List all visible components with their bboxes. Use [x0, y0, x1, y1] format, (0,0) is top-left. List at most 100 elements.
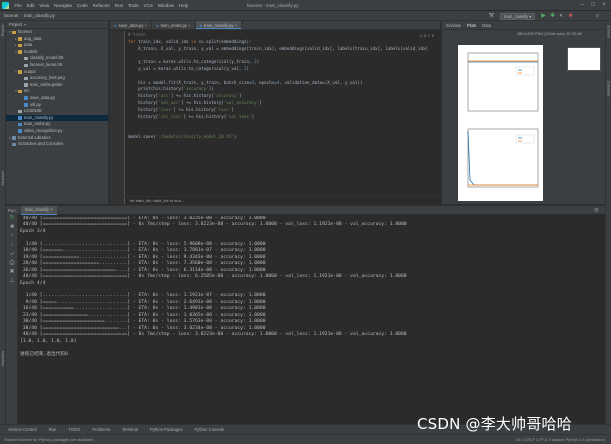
tree-item[interactable]: ▾ facenet — [6, 29, 108, 36]
code-line: ​ — [128, 120, 436, 127]
project-panel: Project ▾ ▾ facenet ▸ aug_data ▸ data ▾ models cl… — [6, 21, 109, 204]
file-icon — [24, 83, 28, 87]
tool-window-problems[interactable]: Problems — [92, 427, 110, 432]
sciview-tab-data[interactable]: Data — [482, 23, 491, 28]
tree-item[interactable]: video_recognition.py — [6, 128, 108, 135]
tree-item-label: External Libraries — [18, 134, 51, 140]
menu-item-help[interactable]: Help — [176, 3, 190, 8]
plot-image[interactable] — [458, 45, 543, 201]
maximize-icon[interactable]: □ — [589, 2, 597, 9]
breadcrumb-project[interactable]: facenet — [4, 13, 18, 18]
rerun-icon[interactable]: ↻ — [6, 214, 18, 223]
tree-item[interactable]: accuracy_loss.png — [6, 75, 108, 82]
trash-icon[interactable]: ✖ — [6, 268, 18, 277]
debug-icon[interactable]: ✱ — [549, 13, 556, 20]
code-editor[interactable]: # train for train_idx, valid_idx in sv.sp… — [128, 32, 436, 141]
tool-window-run[interactable]: Run — [49, 427, 57, 432]
chevron-down-icon[interactable]: ▾ — [24, 22, 26, 27]
tree-item-label: data — [24, 42, 33, 48]
favorites-tool-button[interactable]: Favorites — [1, 351, 5, 366]
coverage-icon[interactable]: ◐ — [558, 13, 565, 20]
sciview-tool-button[interactable]: SciView — [607, 25, 611, 38]
scroll-down-icon[interactable]: ↓ — [6, 241, 18, 250]
tree-item[interactable]: train_embs.pickle — [6, 82, 108, 89]
window-title: facenet - train_classify.py — [247, 2, 299, 8]
tree-item[interactable]: ▸ data — [6, 42, 108, 49]
tool-window-version-control[interactable]: Version Control — [8, 427, 37, 432]
close-tab-icon[interactable]: × — [234, 23, 237, 28]
editor-breadcrumb[interactable]: for train_idx, valid_idx in sv.s... — [110, 196, 440, 204]
tree-item[interactable]: util.py — [6, 102, 108, 109]
menu-item-edit[interactable]: Edit — [24, 3, 37, 8]
plot-thumbnail[interactable] — [567, 47, 601, 71]
editor-tab[interactable]: ● save_data.py × — [110, 21, 153, 29]
python-file-icon: ● — [199, 23, 203, 28]
structure-tool-button[interactable]: Structure — [1, 171, 5, 186]
menu-item-refactor[interactable]: Refactor — [90, 3, 112, 8]
tree-item[interactable]: ▸ External Libraries — [6, 135, 108, 142]
project-tool-button[interactable]: Project — [1, 25, 5, 36]
sciview-tab-plots[interactable]: Plots — [467, 23, 476, 28]
tree-item[interactable]: Scratches and Consoles — [6, 141, 108, 148]
watermark-text: CSDN @李大帅哥哈哈 — [417, 415, 572, 433]
code-line: y_train = keras.utils.to_categorical(y_t… — [128, 59, 260, 65]
tree-item[interactable]: facenet_keras.h5 — [6, 62, 108, 69]
code-line: X_train, X_val, y_train, y_val = embeddi… — [128, 45, 429, 51]
breadcrumb-file[interactable]: train_classify.py — [24, 13, 55, 18]
database-tool-button[interactable]: Database — [607, 81, 611, 96]
console-output[interactable]: 40/40 [==============================] -… — [20, 216, 604, 424]
menu-item-file[interactable]: File — [12, 3, 24, 8]
tree-item[interactable]: ▾ src — [6, 88, 108, 95]
wrap-icon[interactable]: ⤶ — [6, 250, 18, 259]
menu-item-code[interactable]: Code — [74, 3, 90, 8]
tree-item[interactable]: LICENSE — [6, 108, 108, 115]
loss-legend — [515, 134, 535, 144]
tree-item[interactable]: train_embs.py — [6, 121, 108, 128]
print-icon[interactable]: ⎙ — [6, 259, 18, 268]
menu-item-run[interactable]: Run — [112, 3, 125, 8]
scroll-up-icon[interactable]: ↑ — [6, 232, 18, 241]
sciview-title[interactable]: SciView — [446, 23, 461, 28]
tree-item[interactable]: ▾ models — [6, 49, 108, 56]
minimize-icon[interactable]: – — [578, 2, 586, 9]
tree-item[interactable]: classify_model.h5 — [6, 55, 108, 62]
tree-item[interactable]: save_data.py — [6, 95, 108, 102]
python-file-icon: ● — [156, 23, 159, 28]
tool-window-todo[interactable]: TODO — [68, 427, 80, 432]
close-tab-icon[interactable]: × — [143, 23, 147, 28]
status-info[interactable]: 20:1 CRLF UTF-8 4 spaces Python 3.6 (dee… — [516, 437, 605, 442]
search-everywhere-icon[interactable]: ⌕ — [594, 13, 601, 20]
run-tab[interactable]: train_classify × — [20, 205, 57, 215]
close-tab-icon[interactable]: × — [187, 23, 190, 28]
tree-item-label: classify_model.h5 — [30, 55, 64, 61]
pin-icon[interactable]: ⊥ — [6, 277, 18, 286]
tree-item[interactable]: ▸ aug_data — [6, 36, 108, 43]
status-message[interactable]: Shared indexes for Python packages are a… — [4, 437, 98, 442]
tool-window-terminal[interactable]: Terminal — [122, 427, 138, 432]
tree-item[interactable]: train_classify.py — [6, 114, 108, 122]
close-icon[interactable]: × — [600, 2, 608, 9]
editor-tab[interactable]: ● train_classify.py × — [195, 21, 243, 29]
code-line: his = model.fit(X_train, y_train, batch_… — [128, 79, 363, 85]
menu-item-navigate[interactable]: Navigate — [52, 3, 75, 8]
build-hammer-icon[interactable]: ⚒ — [488, 13, 495, 20]
code-line: model.save('./models/classify_model_10.h… — [128, 133, 237, 139]
tree-item-label: output — [24, 68, 36, 74]
run-icon[interactable]: ▶ — [540, 13, 547, 20]
gear-icon[interactable]: ⚙ — [594, 207, 599, 214]
menu-item-vcs[interactable]: VCS — [141, 3, 155, 8]
run-configuration-select[interactable]: train_classify ▾ — [500, 12, 536, 20]
tool-window-python-console[interactable]: Python Console — [194, 427, 224, 432]
menu-item-view[interactable]: View — [37, 3, 52, 8]
menu-item-window[interactable]: Window — [155, 3, 176, 8]
stop-icon[interactable]: ■ — [567, 13, 574, 20]
project-panel-title[interactable]: Project — [9, 22, 22, 27]
menu-item-tools[interactable]: Tools — [126, 3, 142, 8]
project-panel-header: Project ▾ — [6, 21, 108, 29]
editor-tab[interactable]: ● train_embs.py × — [152, 21, 196, 29]
stop-run-icon[interactable]: ■ — [6, 223, 18, 232]
tree-item[interactable]: ▾ output — [6, 69, 108, 76]
tree-item-label: src — [24, 88, 30, 94]
status-bar: Shared indexes for Python packages are a… — [0, 434, 611, 444]
tool-window-python-packages[interactable]: Python Packages — [150, 427, 183, 432]
